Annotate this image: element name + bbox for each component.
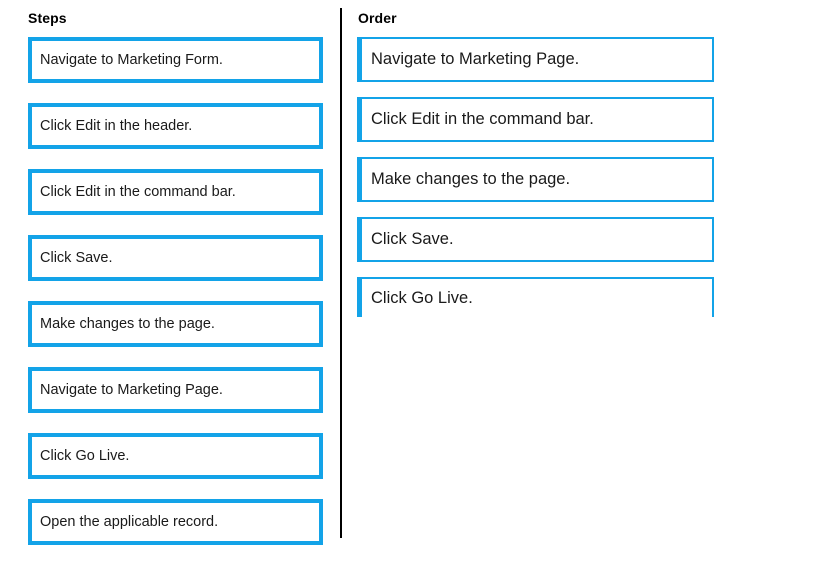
order-tile-label: Navigate to Marketing Page. (371, 50, 580, 68)
order-tile-label: Click Save. (371, 230, 454, 248)
order-tile-label: Click Edit in the command bar. (371, 110, 594, 128)
order-column-header: Order (358, 10, 397, 26)
step-tile-label: Navigate to Marketing Page. (40, 381, 223, 398)
drag-drop-board: Steps Order Navigate to Marketing Form. … (0, 0, 819, 561)
step-tile-label: Navigate to Marketing Form. (40, 51, 223, 68)
step-tile[interactable]: Open the applicable record. (28, 499, 323, 545)
step-tile[interactable]: Click Edit in the command bar. (28, 169, 323, 215)
order-tile[interactable]: Click Save. (357, 217, 714, 262)
step-tile[interactable]: Navigate to Marketing Form. (28, 37, 323, 83)
step-tile[interactable]: Click Edit in the header. (28, 103, 323, 149)
order-tile[interactable]: Navigate to Marketing Page. (357, 37, 714, 82)
step-tile-label: Click Save. (40, 249, 113, 266)
step-tile[interactable]: Navigate to Marketing Page. (28, 367, 323, 413)
order-column: Navigate to Marketing Page. Click Edit i… (357, 37, 714, 317)
step-tile-label: Make changes to the page. (40, 315, 215, 332)
order-tile-label: Make changes to the page. (371, 170, 571, 188)
order-tile[interactable]: Click Edit in the command bar. (357, 97, 714, 142)
step-tile[interactable]: Make changes to the page. (28, 301, 323, 347)
order-tile[interactable]: Make changes to the page. (357, 157, 714, 202)
step-tile[interactable]: Click Go Live. (28, 433, 323, 479)
step-tile-label: Click Go Live. (40, 447, 130, 464)
steps-column: Navigate to Marketing Form. Click Edit i… (28, 37, 323, 565)
step-tile[interactable]: Click Save. (28, 235, 323, 281)
order-tile[interactable]: Click Go Live. (357, 277, 714, 317)
step-tile-label: Click Edit in the header. (40, 117, 193, 134)
step-tile-label: Open the applicable record. (40, 513, 219, 530)
steps-column-header: Steps (28, 10, 67, 26)
column-divider (340, 8, 342, 538)
order-tile-label: Click Go Live. (371, 288, 473, 307)
step-tile-label: Click Edit in the command bar. (40, 183, 236, 200)
